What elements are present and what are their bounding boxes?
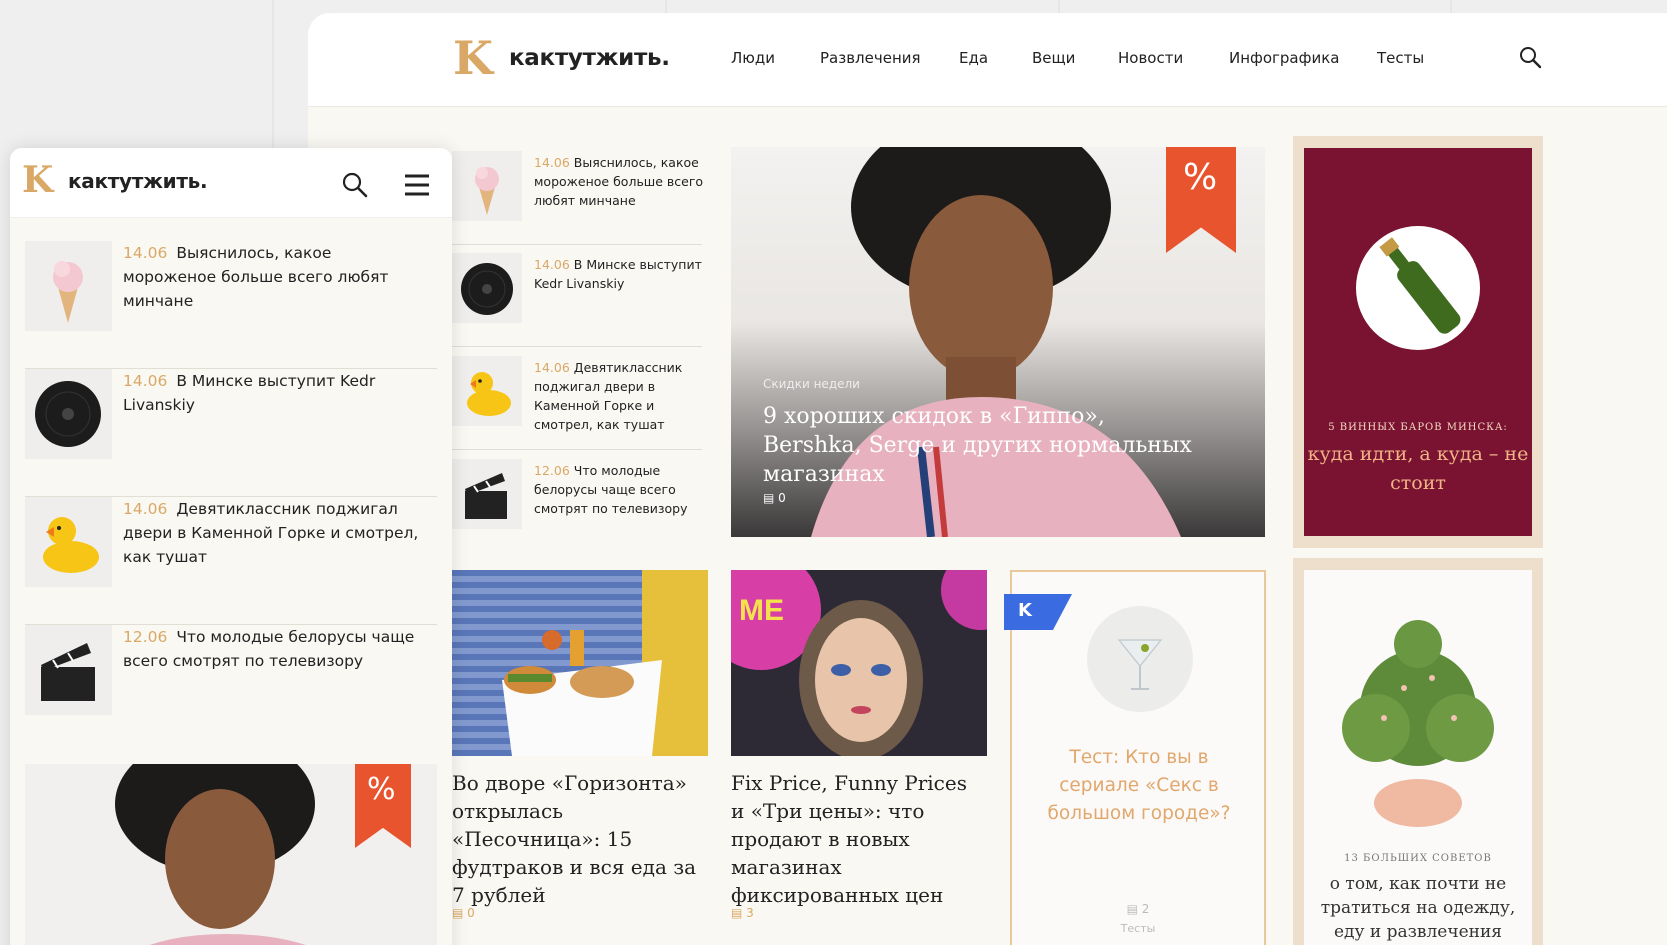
background-line: [665, 0, 667, 13]
news-date: 14.06: [534, 360, 570, 375]
search-icon[interactable]: [1516, 43, 1546, 73]
list-item[interactable]: 14.06 Девятиклассник поджигал двери в Ка…: [25, 497, 437, 625]
clapperboard-icon: [25, 625, 112, 715]
card-title[interactable]: Fix Price, Funny Prices и «Три цены»: чт…: [731, 769, 981, 909]
news-date: 14.06: [534, 257, 570, 272]
news-date: 14.06: [123, 500, 168, 518]
list-item[interactable]: 14.06 Девятиклассник поджигал двери в Кам…: [452, 352, 702, 450]
test-category-tag[interactable]: Тесты: [1012, 922, 1264, 935]
brand-name: кактутжить.: [68, 169, 208, 193]
news-text: 12.06 Что молодые белорусы чаще всего см…: [123, 625, 423, 673]
desktop-logo[interactable]: K кактутжить.: [453, 33, 693, 83]
champagne-bottle-icon: [1356, 226, 1480, 350]
list-item[interactable]: 14.06 В Минске выступит Kedr Livanskiy: [452, 249, 702, 347]
hero-kicker: Скидки недели: [763, 377, 860, 391]
food-trucks-image[interactable]: [452, 570, 708, 756]
nav-item-food[interactable]: Еда: [959, 49, 988, 67]
vinyl-record-icon: [25, 369, 112, 459]
wine-ad-title: куда идти, а куда – не стоит: [1307, 443, 1529, 494]
nav-item-tests[interactable]: Тесты: [1377, 49, 1424, 67]
cactus-ad-panel: 13 БОЛЬШИХ СОВЕТОВ о том, как почти не т…: [1304, 570, 1532, 945]
svg-text:ME: ME: [739, 594, 784, 627]
nav-item-infographics[interactable]: Инфографика: [1229, 49, 1339, 67]
hero-title[interactable]: 9 хороших скидок в «Гиппо», Bershka, Ser…: [763, 402, 1203, 489]
list-item[interactable]: 14.06 В Минске выступит Kedr Livanskiy: [25, 369, 437, 497]
background-line: [272, 0, 274, 150]
list-item[interactable]: 14.06 Выяснилось, какое мороженое больше…: [25, 241, 437, 369]
test-comment-count: ▤ 2: [1126, 902, 1150, 916]
news-date: 14.06: [123, 244, 168, 262]
background-line: [1058, 0, 1060, 13]
brand-name: кактутжить.: [509, 45, 670, 71]
comment-count: 0: [778, 491, 786, 505]
vinyl-record-icon: [452, 253, 522, 323]
test-title[interactable]: Тест: Кто вы в сериале «Секс в большом г…: [1028, 744, 1250, 828]
saving-tips-ad[interactable]: 13 БОЛЬШИХ СОВЕТОВ о том, как почти не т…: [1293, 558, 1543, 945]
news-text: 14.06 Девятиклассник поджигал двери в Кам…: [534, 358, 704, 434]
nav-item-entertainment[interactable]: Развлечения: [820, 49, 921, 67]
news-text: 14.06 В Минске выступит Kedr Livanskiy: [534, 255, 704, 293]
clapperboard-icon: [452, 459, 522, 529]
ice-cream-icon: [25, 241, 112, 331]
comment-count: 2: [1141, 902, 1150, 916]
cactus-ad-kicker: 13 БОЛЬШИХ СОВЕТОВ: [1344, 853, 1492, 864]
news-text: 14.06 В Минске выступит Kedr Livanskiy: [123, 369, 423, 417]
news-text: 14.06 Девятиклассник поджигал двери в Ка…: [123, 497, 423, 569]
logo-k-icon: K: [453, 31, 493, 85]
test-card[interactable]: K Тест: Кто вы в сериале «Секс в большом…: [1004, 570, 1266, 945]
desktop-window: K кактутжить. Люди Развлечения Еда Вещи …: [308, 13, 1667, 945]
mobile-header: K кактутжить.: [10, 148, 452, 218]
list-item[interactable]: 12.06 Что молодые белорусы чаще всего смо…: [452, 455, 702, 553]
card-title[interactable]: Во дворе «Горизонта» открылась «Песочниц…: [452, 769, 712, 909]
martini-glass-icon: [1087, 606, 1193, 712]
news-text: 14.06 Выяснилось, какое мороженое больше…: [123, 241, 423, 313]
news-date: 12.06: [534, 463, 570, 478]
mobile-logo[interactable]: K кактутжить.: [22, 160, 222, 204]
desktop-header: K кактутжить. Люди Развлечения Еда Вещи …: [308, 13, 1667, 107]
wine-ad-kicker: 5 ВИННЫХ БАРОВ МИНСКА:: [1328, 422, 1508, 433]
doll-illustration: ME: [731, 570, 987, 756]
list-item[interactable]: 14.06 Выяснилось, какое мороженое больше …: [452, 147, 704, 245]
test-badge: K: [1004, 594, 1072, 630]
nav-item-people[interactable]: Люди: [731, 49, 775, 67]
news-date: 14.06: [123, 372, 168, 390]
news-text: 12.06 Что молодые белорусы чаще всего смо…: [534, 461, 704, 518]
logo-k-icon: K: [22, 159, 54, 201]
ice-cream-icon: [452, 151, 522, 221]
background-line: [1450, 0, 1452, 13]
mobile-window: K кактутжить. 14.06 Выяснилось, какое мо…: [10, 148, 452, 945]
burger-plate-illustration: [502, 570, 708, 756]
cactus-icon: [1342, 620, 1494, 827]
k-badge-icon: K: [1018, 600, 1032, 621]
fix-price-image[interactable]: ME: [731, 570, 987, 756]
rubber-duck-icon: [452, 356, 522, 426]
wine-ad-panel: 5 ВИННЫХ БАРОВ МИНСКА: куда идти, а куда…: [1304, 148, 1532, 536]
rubber-duck-icon: [25, 497, 112, 587]
hero-comment-count: ▤ 0: [763, 491, 786, 505]
nav-item-things[interactable]: Вещи: [1032, 49, 1075, 67]
hero-article[interactable]: Скидки недели 9 хороших скидок в «Гиппо»…: [731, 147, 1265, 537]
list-item[interactable]: 12.06 Что молодые белорусы чаще всего см…: [25, 625, 437, 753]
news-date: 12.06: [123, 628, 168, 646]
mobile-hero-article[interactable]: %: [25, 764, 437, 945]
search-icon[interactable]: [340, 170, 370, 200]
cactus-ad-title: о том, как почти не тратиться на одежду,…: [1320, 874, 1516, 942]
news-date: 14.06: [534, 155, 570, 170]
news-text: 14.06 Выяснилось, какое мороженое больше …: [534, 153, 704, 210]
card-comment-count: ▤ 3: [731, 906, 754, 920]
card-comment-count: ▤ 0: [452, 906, 475, 920]
percent-icon: %: [1183, 157, 1218, 198]
nav-item-news[interactable]: Новости: [1118, 49, 1183, 67]
hamburger-menu-icon[interactable]: [402, 170, 432, 200]
wine-bars-ad[interactable]: 5 ВИННЫХ БАРОВ МИНСКА: куда идти, а куда…: [1293, 136, 1543, 548]
percent-icon: %: [367, 772, 396, 807]
news-title: Девятиклассник поджигал двери в Каменной…: [123, 500, 419, 566]
comment-count: 3: [746, 906, 754, 920]
comment-count: 0: [467, 906, 475, 920]
